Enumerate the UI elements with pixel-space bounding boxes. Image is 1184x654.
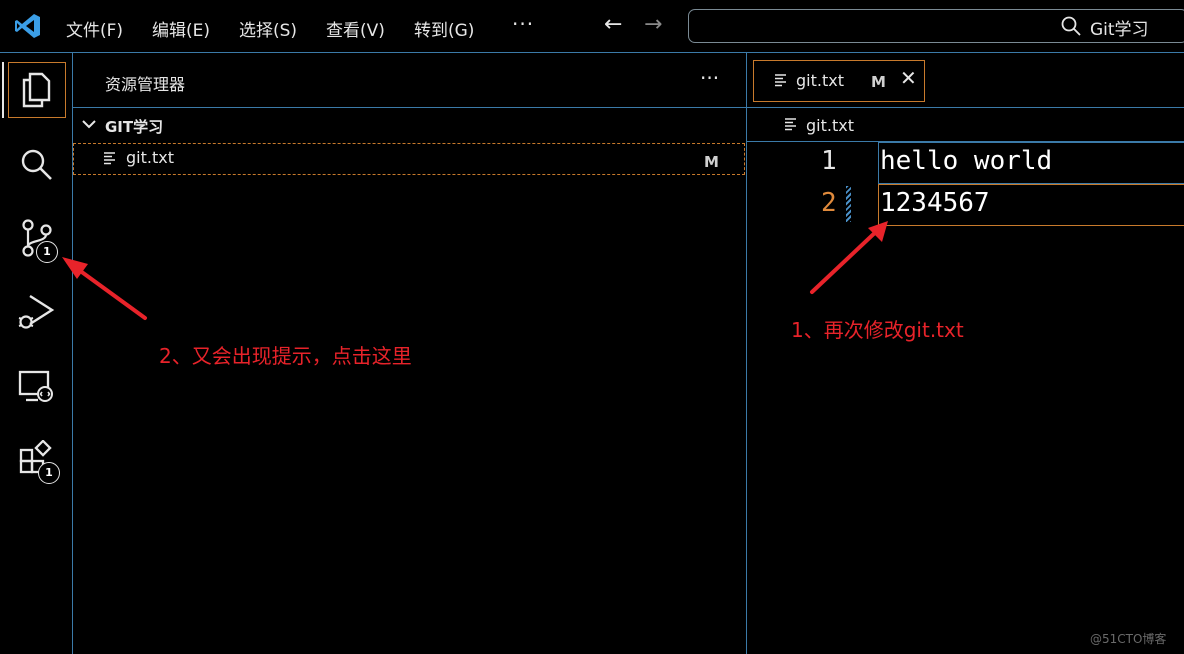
folder-label[interactable]: GIT学习 [105, 116, 163, 137]
explorer-icon[interactable] [16, 70, 56, 110]
more-menu-button[interactable]: ··· [512, 12, 534, 36]
line-number: 1 [821, 146, 837, 176]
menu-go[interactable]: 转到(G) [414, 16, 474, 41]
file-name: git.txt [126, 148, 174, 167]
search-view-icon[interactable] [16, 144, 56, 184]
tab-label: git.txt [796, 71, 844, 90]
menu-view[interactable]: 查看(V) [326, 16, 385, 41]
source-control-badge: 1 [36, 241, 58, 263]
sidebar-divider [746, 53, 747, 654]
sidebar-title: 资源管理器 [105, 75, 186, 94]
annotation-step-1: 1、再次修改git.txt [791, 318, 964, 342]
menu-file[interactable]: 文件(F) [66, 16, 123, 41]
file-modified-status: M [704, 153, 719, 171]
tab-modified-status: M [871, 73, 886, 91]
annotation-step-2: 2、又会出现提示，点击这里 [159, 344, 412, 368]
code-line[interactable]: 1234567 [880, 188, 990, 218]
extensions-badge: 1 [38, 462, 60, 484]
active-indicator [2, 62, 4, 118]
vscode-logo-icon [15, 14, 40, 38]
title-divider [0, 52, 1184, 53]
arrow-to-line-2 [810, 226, 882, 294]
back-arrow-icon[interactable]: ← [604, 12, 622, 37]
menu-selection[interactable]: 选择(S) [239, 16, 297, 41]
modified-gutter-indicator[interactable] [846, 186, 851, 222]
close-icon[interactable]: ✕ [900, 66, 917, 90]
text-file-icon [785, 118, 796, 131]
remote-explorer-icon[interactable] [16, 366, 56, 406]
sidebar-more-button[interactable]: ··· [700, 66, 719, 90]
text-file-icon [775, 74, 786, 87]
breadcrumb[interactable]: git.txt [806, 116, 854, 135]
chevron-down-icon[interactable] [82, 118, 96, 130]
arrow-to-source-control [66, 260, 147, 320]
annotation-arrows [62, 221, 888, 320]
run-debug-icon[interactable] [16, 292, 56, 332]
search-text: Git学习 [1090, 20, 1149, 40]
search-icon [1061, 16, 1081, 36]
text-file-icon [104, 152, 115, 165]
menu-edit[interactable]: 编辑(E) [152, 16, 210, 41]
forward-arrow-icon[interactable]: → [644, 12, 662, 37]
tab-divider [747, 107, 1184, 108]
watermark: @51CTO博客 [1090, 632, 1167, 646]
code-line[interactable]: hello world [880, 146, 1052, 176]
line-number: 2 [821, 188, 837, 218]
sidebar-section-divider [73, 107, 746, 108]
